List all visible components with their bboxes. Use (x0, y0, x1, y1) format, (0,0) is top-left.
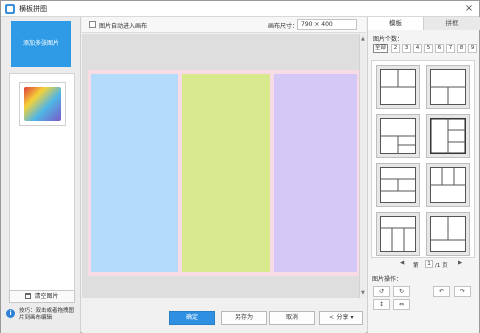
count-option-6[interactable]: 6 (435, 44, 444, 53)
page-number-field[interactable]: 1 (425, 260, 433, 268)
scroll-up-icon[interactable]: ▲ (361, 36, 365, 42)
count-option-4[interactable]: 4 (413, 44, 422, 53)
count-option-3[interactable]: 3 (402, 44, 411, 53)
rotate-left-icon[interactable]: ↺ (373, 286, 390, 297)
rotate-right-icon[interactable]: ↻ (393, 286, 410, 297)
info-icon: i (6, 309, 15, 318)
collage-cell-3[interactable] (274, 74, 357, 272)
bottom-bar: 确定 另存为 取消 < 分享 ▾ (82, 298, 366, 333)
layout-template[interactable] (426, 114, 470, 158)
layout-template[interactable] (426, 212, 470, 256)
scroll-down-icon[interactable]: ▼ (361, 290, 365, 296)
tip-text: 技巧：双击或者拖拽图片到画布编辑 (19, 308, 75, 321)
flip-vertical-icon[interactable]: ↕ (373, 299, 390, 310)
vertical-scrollbar[interactable]: ▲ ▼ (359, 34, 366, 298)
layout-template[interactable] (376, 212, 420, 256)
canvas-size-field[interactable]: 790 × 400 (297, 19, 357, 30)
layout-template[interactable] (426, 65, 470, 109)
flip-horizontal-icon[interactable]: ⇔ (393, 299, 410, 310)
page-suffix: /1 页 (435, 263, 448, 269)
thumbnail-list[interactable] (9, 73, 75, 297)
thumbnail-image (24, 87, 61, 121)
trash-icon (25, 293, 32, 299)
save-as-button[interactable]: 另存为 (221, 311, 267, 325)
layout-template[interactable] (376, 163, 420, 207)
template-grid (371, 60, 475, 258)
redo-icon[interactable]: ↷ (454, 286, 471, 297)
canvas-area: ▲ ▼ (82, 34, 366, 298)
prev-page-icon[interactable]: ◀ (400, 260, 404, 266)
auto-add-checkbox[interactable] (89, 21, 96, 28)
collage-canvas (88, 70, 360, 276)
layout-template[interactable] (426, 163, 470, 207)
chevron-down-icon: ▾ (350, 314, 354, 321)
undo-icon[interactable]: ↶ (433, 286, 450, 297)
tab-templates[interactable]: 模板 (368, 17, 424, 30)
page-prefix: 第 (413, 263, 419, 269)
collage-cell-2[interactable] (182, 74, 270, 272)
app-window: 横板拼图 × 添加多张图片 清空图片 i 技巧：双击或者拖拽图片到画布编辑 图片… (0, 0, 480, 333)
window-title: 横板拼图 (19, 5, 47, 13)
layout-template[interactable] (376, 114, 420, 158)
app-icon (5, 4, 15, 14)
count-option-all[interactable]: 全部 (373, 44, 388, 53)
collage-cell-1[interactable] (91, 74, 178, 272)
canvas-size-label: 画布尺寸： (268, 23, 299, 30)
tab-bar: 模板 拼框 (368, 17, 480, 30)
close-button[interactable]: × (463, 3, 475, 14)
image-thumbnail[interactable] (19, 82, 66, 126)
title-bar: 横板拼图 × (1, 1, 479, 17)
template-pager: ◀ 第 1 /1 页 ▶ (368, 260, 480, 270)
next-page-icon[interactable]: ▶ (458, 260, 462, 266)
ok-button[interactable]: 确定 (169, 311, 215, 325)
clear-images-label: 清空图片 (34, 293, 59, 300)
image-ops-toolbar: ↺ ↻ ↶ ↷ ↕ ⇔ (370, 286, 478, 311)
share-label: 分享 (336, 314, 349, 321)
tip-box: i 技巧：双击或者拖拽图片到画布编辑 (4, 308, 78, 330)
right-panel: 模板 拼框 图片个数： 全部 2 3 4 5 6 7 8 9 ◀ 第 1 /1 … (367, 17, 480, 333)
layout-template[interactable] (376, 65, 420, 109)
left-panel: 添加多张图片 清空图片 i 技巧：双击或者拖拽图片到画布编辑 (1, 17, 81, 333)
cancel-button[interactable]: 取消 (269, 311, 315, 325)
share-button[interactable]: < 分享 ▾ (319, 311, 363, 325)
canvas-toolbar: 图片自动进入画布 画布尺寸： 790 × 400 (82, 17, 366, 33)
count-option-8[interactable]: 8 (457, 44, 466, 53)
tab-frames[interactable]: 拼框 (424, 17, 480, 30)
image-count-label: 图片个数： (373, 36, 404, 43)
count-option-2[interactable]: 2 (391, 44, 400, 53)
share-icon: < (329, 314, 335, 321)
add-images-button[interactable]: 添加多张图片 (11, 21, 71, 67)
count-option-5[interactable]: 5 (424, 44, 433, 53)
count-option-7[interactable]: 7 (446, 44, 455, 53)
clear-images-button[interactable]: 清空图片 (9, 290, 75, 303)
count-option-9[interactable]: 9 (468, 44, 477, 53)
image-ops-label: 图片操作： (372, 276, 403, 283)
auto-add-label: 图片自动进入画布 (99, 23, 148, 30)
